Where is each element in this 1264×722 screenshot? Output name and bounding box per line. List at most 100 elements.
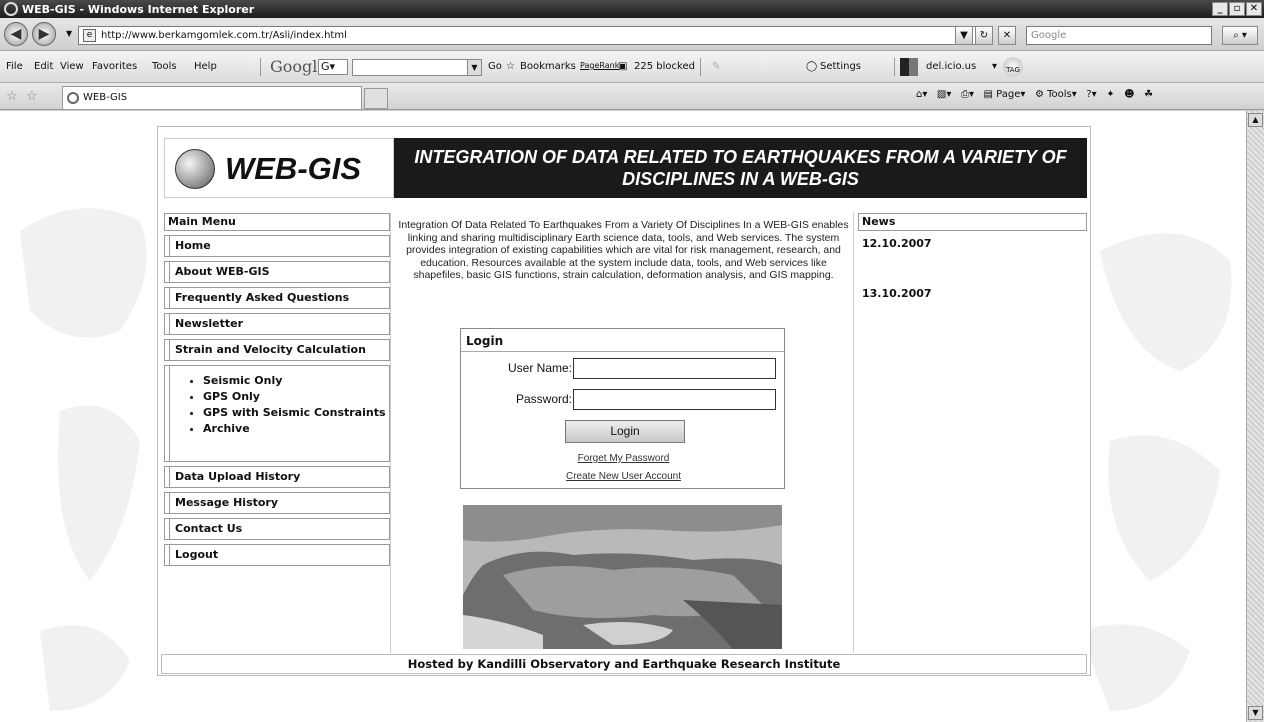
separator xyxy=(260,58,261,76)
popup-blocked-icon: ▣ xyxy=(618,61,628,72)
url-dropdown-icon[interactable]: ▼ xyxy=(955,26,973,45)
address-bar: ◀ ▶ ▼ e http://www.berkamgomlek.com.tr/A… xyxy=(0,18,1264,51)
column-divider xyxy=(853,213,854,653)
tab-web-gis[interactable]: WEB-GIS xyxy=(62,86,362,109)
history-dropdown-icon[interactable]: ▼ xyxy=(66,29,72,38)
go-button[interactable]: Go xyxy=(488,61,502,72)
command-bar: ⌂▾ ▧▾ ⎙▾ ▤ Page▾ ⚙ Tools▾ ?▾ ✦ ☻ ☘ xyxy=(916,89,1153,100)
menu-view[interactable]: View xyxy=(60,61,84,72)
delicious-button[interactable]: del.icio.us xyxy=(926,61,976,72)
refresh-icon[interactable]: ↻ xyxy=(975,26,993,45)
messenger-icon[interactable]: ☻ xyxy=(1124,89,1134,100)
page-icon: e xyxy=(83,29,96,42)
favorites-star-icon[interactable]: ☆ xyxy=(6,89,18,104)
login-button[interactable]: Login xyxy=(565,420,685,443)
delicious-icon[interactable] xyxy=(900,58,918,76)
google-menu-button[interactable]: G▾ xyxy=(318,59,348,75)
back-icon[interactable]: ◀ xyxy=(4,22,28,46)
news-title: News xyxy=(858,213,1087,231)
feeds-icon[interactable]: ▧▾ xyxy=(937,89,951,100)
blocked-count[interactable]: 225 blocked xyxy=(634,61,695,72)
submenu-gps-seismic[interactable]: GPS with Seismic Constraints xyxy=(203,405,389,421)
tag-button[interactable]: TAG xyxy=(1003,57,1023,77)
spellcheck-icon[interactable]: ✎ xyxy=(712,61,720,72)
login-box: Login User Name: Password: Login Forget … xyxy=(460,328,785,489)
window-controls: _ ▫ ✕ xyxy=(1212,2,1262,16)
menu-item-contact[interactable]: Contact Us xyxy=(164,518,390,540)
submenu-seismic-only[interactable]: Seismic Only xyxy=(203,373,389,389)
username-label: User Name: xyxy=(507,361,572,375)
site-logo[interactable]: WEB-GIS xyxy=(164,138,394,198)
scroll-up-icon[interactable]: ▲ xyxy=(1248,113,1263,127)
strain-submenu: Seismic Only GPS Only GPS with Seismic C… xyxy=(164,365,390,462)
new-tab-button[interactable] xyxy=(364,88,388,109)
menu-item-data-upload-history[interactable]: Data Upload History xyxy=(164,466,390,488)
username-input[interactable] xyxy=(573,358,776,379)
site-container: WEB-GIS INTEGRATION OF DATA RELATED TO E… xyxy=(157,126,1091,676)
password-input[interactable] xyxy=(573,389,776,410)
scroll-down-icon[interactable]: ▼ xyxy=(1248,706,1263,720)
tools-menu[interactable]: ⚙ Tools▾ xyxy=(1035,89,1077,100)
settings-icon: ◯ xyxy=(806,61,818,72)
search-input[interactable]: Google xyxy=(1026,26,1212,45)
forgot-password-link[interactable]: Forget My Password xyxy=(461,453,786,464)
menu-item-newsletter[interactable]: Newsletter xyxy=(164,313,390,335)
news-date: 13.10.2007 xyxy=(862,287,932,300)
menu-file[interactable]: File xyxy=(6,61,23,72)
window-title: WEB-GIS - Windows Internet Explorer xyxy=(22,2,255,16)
page-menu[interactable]: ▤ Page▾ xyxy=(984,89,1026,100)
bookmarks-button[interactable]: Bookmarks xyxy=(520,61,576,72)
google-toolbar-search[interactable]: ▼ xyxy=(352,59,482,76)
ie-tab-icon xyxy=(67,92,79,104)
site-banner: INTEGRATION OF DATA RELATED TO EARTHQUAK… xyxy=(394,138,1087,198)
chevron-down-icon[interactable]: ▼ xyxy=(467,60,481,75)
forward-icon[interactable]: ▶ xyxy=(32,22,56,46)
tab-bar: ☆ ☆ WEB-GIS ⌂▾ ▧▾ ⎙▾ ▤ Page▾ ⚙ Tools▾ ?▾… xyxy=(0,83,1264,110)
minimize-button[interactable]: _ xyxy=(1212,2,1228,16)
menu-favorites[interactable]: Favorites xyxy=(92,61,137,72)
submenu-gps-only[interactable]: GPS Only xyxy=(203,389,389,405)
site-footer: Hosted by Kandilli Observatory and Earth… xyxy=(161,654,1087,674)
menu-item-logout[interactable]: Logout xyxy=(164,544,390,566)
print-icon[interactable]: ⎙▾ xyxy=(961,89,974,100)
add-favorites-icon[interactable]: ☆ xyxy=(26,89,38,104)
separator xyxy=(894,58,895,76)
research-icon[interactable]: ✦ xyxy=(1106,89,1114,100)
column-divider xyxy=(390,213,391,653)
vertical-scrollbar[interactable]: ▲ ▼ xyxy=(1246,111,1264,722)
menu-item-strain-velocity[interactable]: Strain and Velocity Calculation xyxy=(164,339,390,361)
pagerank-indicator[interactable]: PageRank xyxy=(580,61,619,70)
intro-text: Integration Of Data Related To Earthquak… xyxy=(398,219,849,281)
page-viewport: WEB-GIS INTEGRATION OF DATA RELATED TO E… xyxy=(0,111,1246,722)
help-icon[interactable]: ?▾ xyxy=(1086,89,1096,100)
divider xyxy=(461,351,784,352)
menu-tools[interactable]: Tools xyxy=(152,61,177,72)
logo-text: WEB-GIS xyxy=(225,151,362,186)
search-icon[interactable]: ⌕ ▾ xyxy=(1222,26,1258,45)
home-icon[interactable]: ⌂▾ xyxy=(916,89,927,100)
turkey-relief-map-image xyxy=(463,505,782,649)
google-box-label: G xyxy=(321,60,330,73)
submenu-archive[interactable]: Archive xyxy=(203,421,389,437)
menu-edit[interactable]: Edit xyxy=(34,61,53,72)
star-icon: ☆ xyxy=(506,61,515,72)
password-label: Password: xyxy=(515,392,572,406)
menu-item-faq[interactable]: Frequently Asked Questions xyxy=(164,287,390,309)
create-account-link[interactable]: Create New User Account xyxy=(461,471,786,482)
extra-icon[interactable]: ☘ xyxy=(1144,89,1153,100)
url-text: http://www.berkamgomlek.com.tr/Asli/inde… xyxy=(101,30,347,41)
tab-label: WEB-GIS xyxy=(83,92,128,103)
menu-help[interactable]: Help xyxy=(194,61,217,72)
stop-icon[interactable]: ✕ xyxy=(998,26,1016,45)
menu-bar: File Edit View Favorites Tools Help Goog… xyxy=(0,51,1264,83)
close-button[interactable]: ✕ xyxy=(1246,2,1262,16)
menu-item-about[interactable]: About WEB-GIS xyxy=(164,261,390,283)
menu-item-home[interactable]: Home xyxy=(164,235,390,257)
menu-item-message-history[interactable]: Message History xyxy=(164,492,390,514)
settings-button[interactable]: Settings xyxy=(820,61,861,72)
main-menu-title: Main Menu xyxy=(164,213,390,231)
separator xyxy=(700,58,701,76)
url-field[interactable]: e http://www.berkamgomlek.com.tr/Asli/in… xyxy=(78,26,976,45)
maximize-button[interactable]: ▫ xyxy=(1229,2,1245,16)
chevron-down-icon[interactable]: ▾ xyxy=(992,61,997,72)
